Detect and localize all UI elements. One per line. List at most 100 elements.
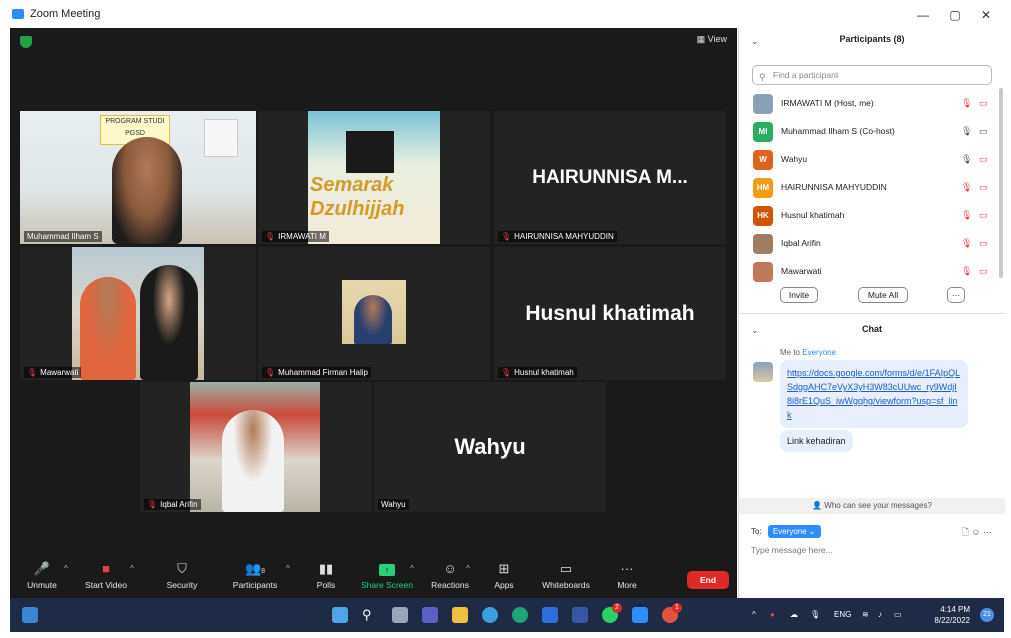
search-icon[interactable]: ⚲ — [362, 607, 378, 623]
video-tile[interactable]: HAIRUNNISA M... 🎙 HAIRUNNISA MAHYUDDIN — [494, 111, 726, 244]
antivirus-icon[interactable]: ● — [770, 610, 775, 619]
clock[interactable]: 4:14 PM 8/22/2022 — [934, 604, 970, 626]
view-button[interactable]: ▦ View — [697, 34, 727, 45]
tile-name-text: Husnul khatimah — [514, 368, 574, 377]
volume-icon[interactable]: ♪ — [878, 610, 882, 619]
video-off-icon[interactable]: ▭ — [979, 238, 988, 249]
video-icon[interactable]: ▭ — [979, 126, 988, 137]
tile-name: 🎙 IRMAWATI M — [262, 231, 329, 242]
recipient-dropdown[interactable]: Everyone ⌄ — [767, 525, 821, 538]
video-tile[interactable]: PROGRAM STUDI PGSD Muhammad Ilham S — [20, 111, 256, 244]
participant-row[interactable]: IRMAWATI M (Host, me) 🎙 ▭ — [739, 90, 1005, 118]
participant-row[interactable]: Iqbal Arifin 🎙 ▭ — [739, 230, 1005, 258]
store-icon[interactable] — [542, 607, 558, 623]
video-tile[interactable]: 🎙 Mawarwati — [20, 247, 256, 380]
edge-icon[interactable] — [482, 607, 498, 623]
polls-button[interactable]: ▮▮ Polls — [308, 558, 344, 598]
chat-sender: Me to — [780, 348, 801, 357]
chat-input[interactable]: Type message here... — [751, 545, 833, 555]
desktop-icon[interactable] — [22, 607, 38, 623]
tile-name-text: HAIRUNNISA MAHYUDDIN — [514, 232, 614, 241]
mic-icon[interactable]: 🎙 — [961, 126, 972, 137]
who-can-see-link[interactable]: 👤 Who can see your messages? — [739, 498, 1005, 514]
unmute-button[interactable]: 🎤 Unmute ^ — [20, 558, 68, 598]
video-off-icon[interactable]: ▭ — [979, 182, 988, 193]
video-off-icon[interactable]: ▭ — [979, 266, 988, 277]
chevron-up-icon[interactable]: ^ — [410, 564, 414, 573]
app-icon[interactable] — [572, 607, 588, 623]
mic-muted-icon[interactable]: 🎙 — [961, 266, 972, 277]
tile-name: 🎙 HAIRUNNISA MAHYUDDIN — [498, 231, 617, 242]
chat-message-link[interactable]: https://docs.google.com/forms/d/e/1FAIpQ… — [780, 360, 968, 428]
language-indicator[interactable]: ENG — [834, 610, 851, 619]
video-tile[interactable]: 🎙 Iqbal Arifin — [140, 382, 372, 512]
mute-all-button[interactable]: Mute All — [858, 287, 908, 303]
wifi-icon[interactable]: ≋ — [862, 610, 869, 619]
video-off-icon[interactable]: ▭ — [979, 154, 988, 165]
video-tile[interactable]: Husnul khatimah 🎙 Husnul khatimah — [494, 247, 726, 380]
chevron-up-icon[interactable]: ^ — [752, 610, 756, 619]
mic-muted-icon[interactable]: 🎙 — [961, 210, 972, 221]
apps-button[interactable]: ⊞ Apps — [488, 558, 520, 598]
chevron-up-icon[interactable]: ^ — [64, 564, 68, 573]
video-off-icon[interactable]: ▭ — [979, 98, 988, 109]
whiteboards-button[interactable]: ▭ Whiteboards — [538, 558, 594, 598]
reactions-button[interactable]: ☺ Reactions ^ — [428, 558, 472, 598]
participant-search-input[interactable]: ⚲ Find a participant — [752, 65, 992, 85]
participants-button[interactable]: 👥8 Participants ^ — [228, 558, 290, 598]
mic-muted-icon[interactable]: 🎙 — [961, 98, 972, 109]
chevron-up-icon[interactable]: ^ — [130, 564, 134, 573]
invite-button[interactable]: Invite — [780, 287, 818, 303]
participant-name: Wahyu — [781, 154, 808, 164]
file-explorer-icon[interactable] — [452, 607, 468, 623]
whatsapp-badge: 2 — [612, 603, 622, 613]
unmute-label: Unmute — [27, 580, 57, 590]
video-tile[interactable]: 🎙 Muhammad Firman Halip — [258, 247, 490, 380]
participant-row[interactable]: Mawarwati 🎙 ▭ — [739, 258, 1005, 286]
chevron-up-icon[interactable]: ^ — [466, 564, 470, 573]
avatar — [753, 94, 773, 114]
polls-label: Polls — [316, 580, 336, 590]
start-video-button[interactable]: ■ Start Video ^ — [80, 558, 134, 598]
mic-muted-icon: 🎤 — [33, 561, 51, 576]
mic-muted-icon[interactable]: 🎙 — [961, 182, 972, 193]
end-button[interactable]: End — [687, 571, 729, 589]
whatsapp-icon[interactable]: 2 — [602, 603, 622, 623]
mic-icon[interactable]: 🎙 — [961, 154, 972, 165]
chat-recipient[interactable]: Everyone — [802, 348, 836, 357]
mic-icon[interactable]: 🎙 — [810, 610, 820, 619]
more-button[interactable]: ··· More — [610, 558, 644, 598]
video-tile[interactable]: Wahyu Wahyu — [374, 382, 606, 512]
battery-icon[interactable]: ▭ — [894, 610, 902, 619]
minimize-button[interactable]: — — [915, 8, 931, 22]
windows-start-icon[interactable] — [332, 607, 348, 623]
emoji-icon[interactable]: ☺ — [971, 527, 980, 537]
participant-row[interactable]: HM HAIRUNNISA MAHYUDDIN 🎙 ▭ — [739, 174, 1005, 202]
start-video-label: Start Video — [85, 580, 127, 590]
participant-row[interactable]: MI Muhammad Ilham S (Co-host) 🎙 ▭ — [739, 118, 1005, 146]
share-screen-button[interactable]: ↑ Share Screen ^ — [360, 558, 414, 598]
avatar — [753, 234, 773, 254]
more-icon[interactable]: ··· — [983, 527, 992, 537]
security-button[interactable]: ⛉ Security — [160, 558, 204, 598]
close-button[interactable]: ✕ — [978, 8, 994, 22]
browser-icon[interactable] — [512, 607, 528, 623]
task-view-icon[interactable] — [392, 607, 408, 623]
file-icon[interactable]: 🗋 — [962, 527, 969, 537]
chevron-up-icon[interactable]: ^ — [286, 564, 290, 573]
teams-icon[interactable] — [422, 607, 438, 623]
chat-recipient-row: To: Everyone ⌄ — [751, 525, 821, 538]
more-options-button[interactable]: ··· — [947, 287, 965, 303]
video-tile[interactable]: Semarak Dzulhijjah 🎙 IRMAWATI M — [258, 111, 490, 244]
participant-row[interactable]: HK Husnul khatimah 🎙 ▭ — [739, 202, 1005, 230]
chrome-icon[interactable]: 1 — [662, 603, 682, 623]
participant-row[interactable]: W Wahyu 🎙 ▭ — [739, 146, 1005, 174]
whiteboards-label: Whiteboards — [542, 580, 590, 590]
video-off-icon[interactable]: ▭ — [979, 210, 988, 221]
notification-badge[interactable]: 21 — [980, 608, 994, 622]
zoom-taskbar-icon[interactable] — [632, 607, 648, 623]
security-shield-icon[interactable] — [20, 36, 32, 48]
maximize-button[interactable]: ▢ — [947, 8, 963, 22]
mic-muted-icon[interactable]: 🎙 — [961, 238, 972, 249]
onedrive-icon[interactable]: ☁ — [790, 610, 798, 619]
